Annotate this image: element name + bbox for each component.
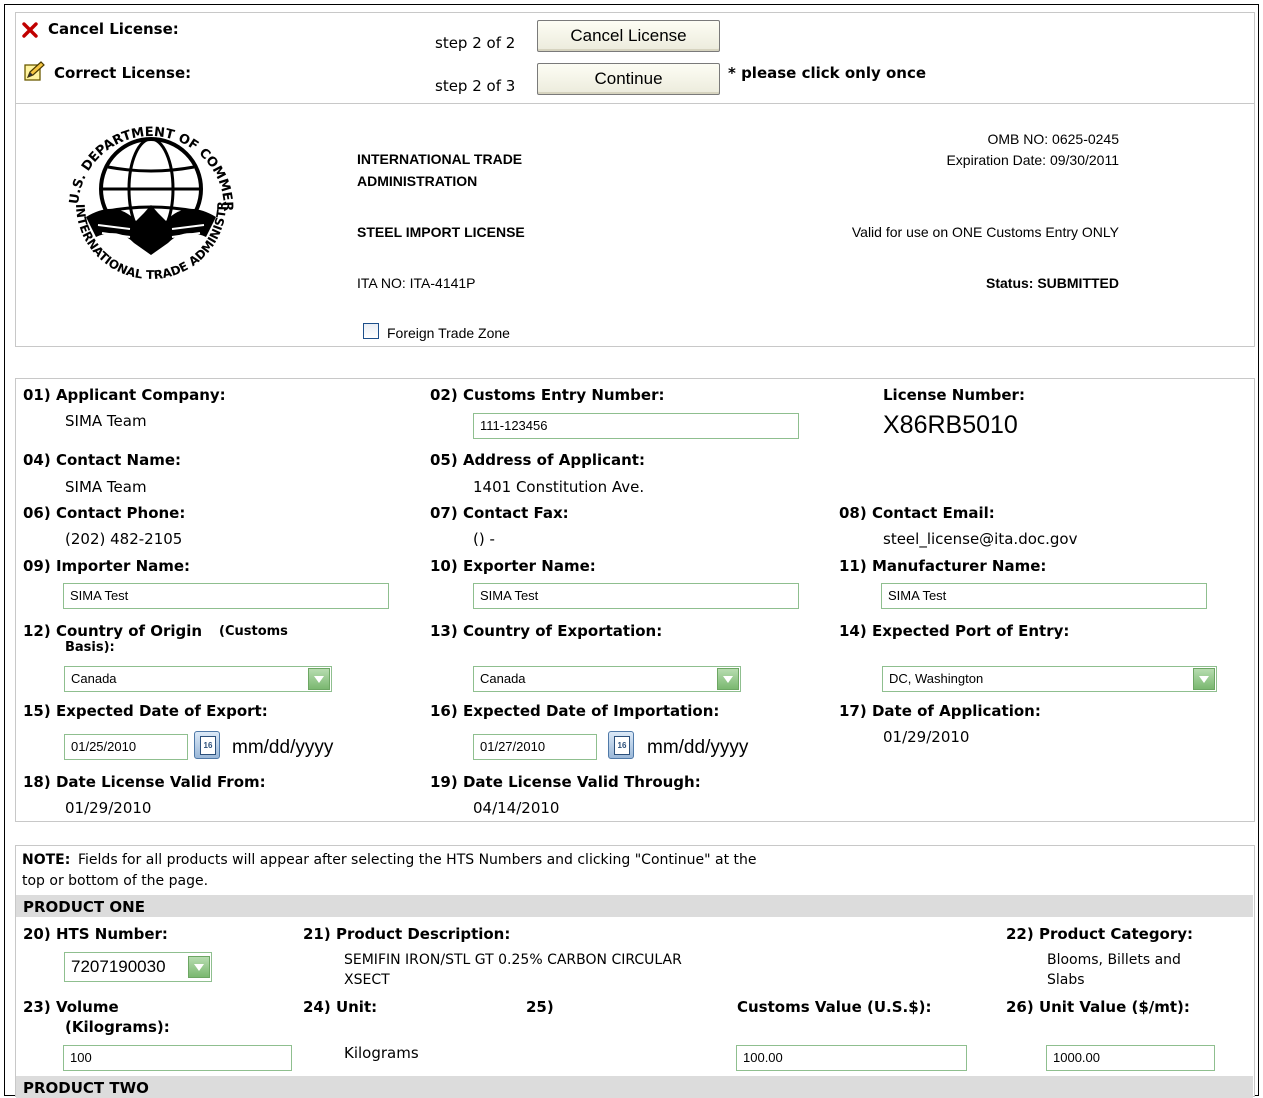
address-value: 1401 Constitution Ave. (473, 478, 645, 496)
calendar-icon[interactable]: 16 (194, 731, 220, 759)
correct-step-text: step 2 of 3 (435, 77, 516, 95)
manufacturer-name-label: 11) Manufacturer Name: (839, 557, 1047, 575)
valid-from-value: 01/29/2010 (65, 799, 152, 817)
customs-value-input[interactable]: 100.00 (736, 1045, 967, 1071)
date-import-label: 16) Expected Date of Importation: (430, 702, 720, 720)
applicant-company-value: SIMA Team (65, 412, 147, 430)
volume-label: 23) Volume (23, 998, 119, 1016)
chevron-down-icon[interactable] (717, 668, 739, 690)
products-note-bold: NOTE: (22, 852, 71, 868)
product-one-header (16, 895, 1253, 917)
cancel-x-icon (22, 22, 38, 38)
volume-input[interactable]: 100 (63, 1045, 292, 1071)
chevron-down-icon[interactable] (188, 956, 210, 978)
cancel-license-label: Cancel License: (48, 20, 179, 38)
product-category-line2: Slabs (1047, 972, 1085, 988)
hts-number-select[interactable]: 7207190030 (64, 952, 212, 982)
agency-line2: ADMINISTRATION (357, 173, 478, 189)
country-origin-value: Canada (71, 671, 117, 686)
date-export-label: 15) Expected Date of Export: (23, 702, 268, 720)
contact-fax-label: 07) Contact Fax: (430, 504, 569, 522)
ita-number: ITA NO: ITA-4141P (357, 275, 476, 291)
agency-line1: INTERNATIONAL TRADE (357, 151, 523, 167)
country-exportation-value: Canada (480, 671, 526, 686)
edit-pencil-icon (24, 61, 45, 81)
country-origin-label: 12) Country of Origin (23, 622, 203, 640)
volume-label-line2: (Kilograms): (65, 1018, 170, 1036)
address-label: 05) Address of Applicant: (430, 451, 645, 469)
product-description-line1: SEMIFIN IRON/STL GT 0.25% CARBON CIRCULA… (344, 952, 682, 968)
omb-number: OMB NO: 0625-0245 (987, 131, 1119, 147)
foreign-trade-zone-checkbox[interactable] (363, 323, 379, 339)
port-of-entry-select[interactable]: DC, Washington (882, 666, 1217, 692)
chevron-down-icon[interactable] (1193, 668, 1215, 690)
customs-entry-input[interactable]: 111-123456 (473, 413, 799, 439)
calendar-icon[interactable]: 16 (608, 731, 634, 759)
doc-ita-seal-logo: U.S. DEPARTMENT OF COMMERCE INTERNATIONA… (56, 109, 235, 282)
country-origin-label-small: (Customs (219, 624, 288, 639)
svg-text:U.S. DEPARTMENT OF COMMERCE: U.S. DEPARTMENT OF COMMERCE (56, 109, 235, 212)
valid-note: Valid for use on ONE Customs Entry ONLY (851, 224, 1119, 240)
country-origin-select[interactable]: Canada (64, 666, 332, 692)
customs-entry-label: 02) Customs Entry Number: (430, 386, 665, 404)
contact-email-value: steel_license@ita.doc.gov (883, 530, 1078, 548)
cancel-step-text: step 2 of 2 (435, 34, 516, 52)
hts-number-value: 7207190030 (71, 957, 166, 976)
manufacturer-name-input[interactable]: SIMA Test (881, 583, 1207, 609)
cancel-license-button[interactable]: Cancel License (537, 20, 720, 52)
unit-value-label: 26) Unit Value ($/mt): (1006, 998, 1190, 1016)
unit-label: 24) Unit: (303, 998, 378, 1016)
country-exportation-label: 13) Country of Exportation: (430, 622, 663, 640)
unit-value-input[interactable]: 1000.00 (1046, 1045, 1215, 1071)
valid-through-value: 04/14/2010 (473, 799, 560, 817)
product-description-line2: XSECT (344, 972, 390, 988)
products-note-line1: Fields for all products will appear afte… (78, 852, 757, 868)
exporter-name-input[interactable]: SIMA Test (473, 583, 799, 609)
products-note-line2: top or bottom of the page. (22, 873, 209, 889)
country-exportation-select[interactable]: Canada (473, 666, 741, 692)
contact-phone-value: (202) 482-2105 (65, 530, 183, 548)
click-once-note: * please click only once (728, 64, 927, 82)
status-text: Status: SUBMITTED (986, 275, 1119, 291)
product-two-header (16, 1076, 1253, 1098)
importer-name-input[interactable]: SIMA Test (63, 583, 389, 609)
port-of-entry-value: DC, Washington (889, 671, 984, 686)
contact-fax-value: () - (473, 530, 495, 548)
expiration-date: Expiration Date: 09/30/2011 (946, 152, 1119, 168)
field-25-label: 25) (526, 998, 554, 1016)
correct-license-label: Correct License: (54, 64, 192, 82)
product-one-title: PRODUCT ONE (23, 898, 145, 916)
exporter-name-label: 10) Exporter Name: (430, 557, 596, 575)
date-import-input[interactable]: 01/27/2010 (473, 734, 597, 760)
foreign-trade-zone-label: Foreign Trade Zone (387, 325, 510, 341)
hts-number-label: 20) HTS Number: (23, 925, 168, 943)
product-category-line1: Blooms, Billets and (1047, 952, 1181, 968)
country-origin-label-line2: Basis): (65, 640, 115, 655)
date-format-hint: mm/dd/yyyy (647, 737, 749, 758)
product-description-label: 21) Product Description: (303, 925, 511, 943)
date-application-label: 17) Date of Application: (839, 702, 1041, 720)
date-format-hint: mm/dd/yyyy (232, 737, 334, 758)
contact-phone-label: 06) Contact Phone: (23, 504, 186, 522)
license-number-label: License Number: (883, 386, 1025, 404)
contact-email-label: 08) Contact Email: (839, 504, 995, 522)
date-export-input[interactable]: 01/25/2010 (64, 734, 188, 760)
unit-value: Kilograms (344, 1044, 419, 1062)
chevron-down-icon[interactable] (308, 668, 330, 690)
license-type: STEEL IMPORT LICENSE (357, 224, 525, 240)
product-two-title: PRODUCT TWO (23, 1079, 149, 1097)
customs-value-label: Customs Value (U.S.$): (737, 998, 932, 1016)
license-number-value: X86RB5010 (883, 411, 1018, 439)
valid-through-label: 19) Date License Valid Through: (430, 773, 701, 791)
contact-name-value: SIMA Team (65, 478, 147, 496)
contact-name-label: 04) Contact Name: (23, 451, 181, 469)
port-of-entry-label: 14) Expected Port of Entry: (839, 622, 1070, 640)
valid-from-label: 18) Date License Valid From: (23, 773, 266, 791)
continue-button[interactable]: Continue (537, 63, 720, 95)
date-application-value: 01/29/2010 (883, 728, 970, 746)
applicant-company-label: 01) Applicant Company: (23, 386, 226, 404)
product-category-label: 22) Product Category: (1006, 925, 1194, 943)
importer-name-label: 09) Importer Name: (23, 557, 191, 575)
